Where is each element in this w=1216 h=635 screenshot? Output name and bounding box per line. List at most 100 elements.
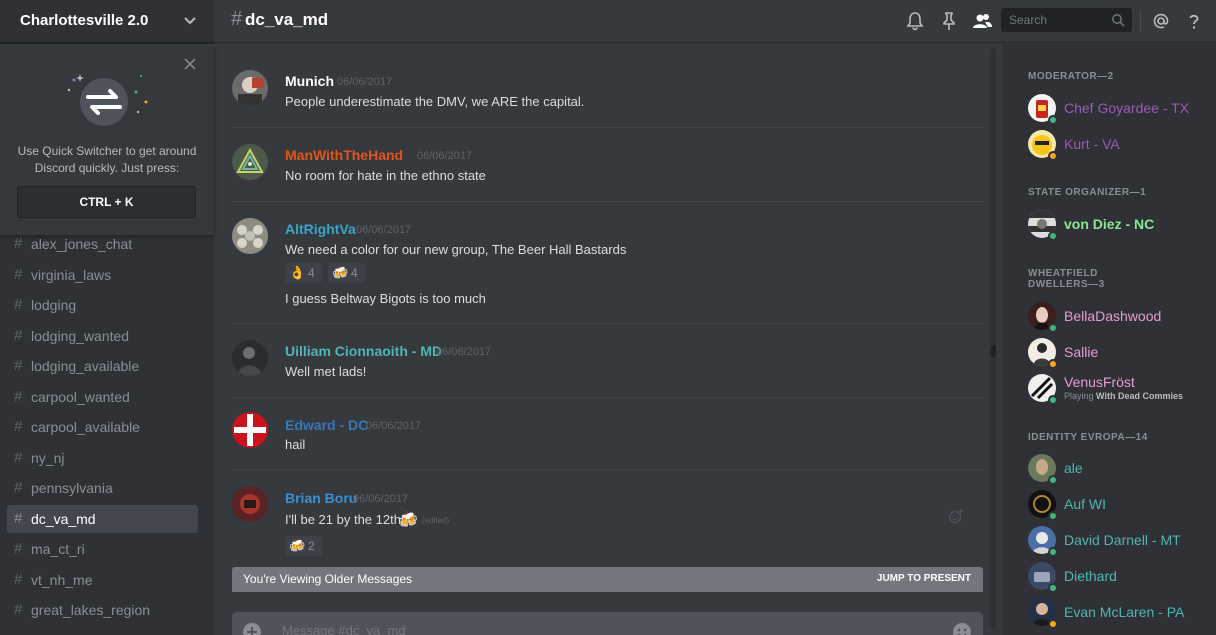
member-item[interactable]: von Diez - NC [1021, 208, 1211, 242]
message-input[interactable] [282, 620, 922, 635]
search-box [1001, 8, 1132, 32]
avatar[interactable] [232, 412, 268, 448]
channel-name: virginia_laws [31, 267, 112, 283]
message-timestamp: 06/06/2017 [436, 346, 492, 358]
member-name: ale [1064, 460, 1083, 476]
avatar[interactable] [232, 340, 268, 376]
reaction-beers[interactable]: 🍻 4 [328, 263, 365, 283]
channel-great-lakes-region[interactable]: # great_lakes_region [7, 596, 198, 624]
quick-switcher-shortcut[interactable]: CTRL + K [17, 186, 196, 218]
member-item[interactable]: Kurt - VA [1021, 128, 1211, 162]
message-text: I'll be 21 by the 12th [285, 512, 401, 527]
channel-pennsylvania[interactable]: # pennsylvania [7, 474, 198, 502]
channel-name: pennsylvania [31, 480, 113, 496]
message-scrollbar[interactable] [990, 48, 996, 630]
member-item[interactable]: Chef Goyardee - TX [1021, 92, 1211, 126]
search-icon[interactable] [1111, 13, 1125, 27]
channel-hash-icon: # [14, 357, 23, 374]
reaction-beers[interactable]: 🍻 2 [285, 536, 322, 556]
avatar[interactable] [232, 486, 268, 522]
channel-name: ny_nj [31, 450, 65, 466]
channel-hash-icon: # [14, 327, 23, 344]
mention-icon[interactable] [1151, 11, 1171, 31]
upload-plus-icon[interactable] [242, 622, 262, 635]
member-item[interactable]: Auf WI [1021, 488, 1211, 522]
message-text: Well met lads! [285, 364, 367, 379]
message-list: Munich 06/06/2017 People underestimate t… [214, 44, 992, 635]
avatar[interactable] [232, 144, 268, 180]
channel-carpool-wanted[interactable]: # carpool_wanted [7, 383, 198, 411]
message-author[interactable]: Munich [285, 73, 334, 89]
avatar[interactable] [232, 218, 268, 254]
status-online-indicator [1048, 231, 1058, 241]
close-icon[interactable] [184, 58, 196, 70]
message-text: No room for hate in the ethno state [285, 168, 486, 183]
emoji-picker-icon[interactable] [952, 622, 972, 635]
role-header: IDENTITY EVROPA—14 [1028, 432, 1148, 443]
message-author[interactable]: Uilliam Cionnaoith - MD [285, 343, 442, 359]
channel-name: lodging_available [31, 358, 140, 374]
channel-virginia-laws[interactable]: # virginia_laws [7, 261, 198, 289]
message-timestamp: 06/06/2017 [417, 150, 473, 162]
reaction-count: 2 [308, 539, 315, 553]
channel-name: ma_ct_ri [31, 541, 85, 557]
scrollbar-thumb[interactable] [991, 345, 996, 357]
message-author[interactable]: AltRightVa [285, 221, 356, 237]
avatar[interactable] [232, 70, 268, 106]
channel-lodging-wanted[interactable]: # lodging_wanted [7, 322, 198, 350]
channel-hash-icon: # [14, 266, 23, 283]
channel-hash-icon: # [231, 8, 243, 30]
member-name: Chef Goyardee - TX [1064, 100, 1190, 116]
server-header[interactable]: Charlottesville 2.0 [0, 0, 214, 43]
channel-dc-va-md[interactable]: # dc_va_md [7, 505, 198, 533]
member-item[interactable]: BellaDashwood [1021, 300, 1211, 334]
channel-ma-ct-ri[interactable]: # ma_ct_ri [7, 535, 198, 563]
channel-alex-jones-chat[interactable]: # alex_jones_chat [7, 230, 198, 258]
member-name: VenusFröst [1064, 374, 1135, 390]
message-timestamp: 06/06/2017 [366, 420, 422, 432]
help-icon[interactable] [1184, 11, 1204, 31]
reaction-ok-hand[interactable]: 👌 4 [285, 263, 322, 283]
channel-lodging[interactable]: # lodging [7, 291, 198, 319]
member-item[interactable]: Evan McLaren - PA [1021, 596, 1211, 630]
member-item[interactable]: VenusFröst Playing With Dead Commies [1021, 372, 1211, 406]
discord-app: Charlottesville 2.0 Use Quick Switcher t… [0, 0, 1216, 635]
reaction-count: 4 [351, 266, 358, 280]
search-input[interactable] [1001, 8, 1109, 32]
status-idle-indicator [1048, 359, 1058, 369]
message-author[interactable]: ManWithTheHand [285, 147, 403, 163]
member-item[interactable]: Diethard [1021, 560, 1211, 594]
member-item[interactable]: David Darnell - MT [1021, 524, 1211, 558]
member-name: BellaDashwood [1064, 308, 1162, 324]
member-item[interactable]: ale [1021, 452, 1211, 486]
channel-hash-icon: # [14, 540, 23, 557]
status-online-indicator [1048, 583, 1058, 593]
channel-name: vt_nh_me [31, 572, 93, 588]
channel-carpool-available[interactable]: # carpool_available [7, 413, 198, 441]
bell-icon[interactable] [905, 11, 925, 31]
member-item[interactable]: Sallie [1021, 336, 1211, 370]
older-messages-bar: You're Viewing Older Messages JUMP TO PR… [232, 567, 983, 592]
quick-switcher-description: Use Quick Switcher to get around Discord… [17, 144, 197, 175]
channel-hash-icon: # [14, 479, 23, 496]
add-reaction-icon[interactable] [948, 508, 964, 524]
message-timestamp: 06/06/2017 [356, 224, 412, 236]
message-author[interactable]: Brian Boru [285, 490, 357, 506]
channel-lodging-available[interactable]: # lodging_available [7, 352, 198, 380]
channel-hash-icon: # [14, 418, 23, 435]
channel-hash-icon: # [14, 571, 23, 588]
channel-ny-nj[interactable]: # ny_nj [7, 444, 198, 472]
chevron-down-icon[interactable] [183, 13, 197, 27]
member-list: MODERATOR—2 Chef Goyardee - TX Kurt - VA… [1003, 44, 1216, 635]
channel-title: dc_va_md [245, 10, 329, 29]
status-online-indicator [1048, 511, 1058, 521]
member-name: David Darnell - MT [1064, 532, 1181, 548]
channel-vt-nh-me[interactable]: # vt_nh_me [7, 566, 198, 594]
jump-to-present-button[interactable]: JUMP TO PRESENT [877, 573, 971, 584]
beers-icon: 🍻 [332, 265, 349, 280]
status-online-indicator [1048, 547, 1058, 557]
member-list-icon[interactable] [972, 11, 992, 31]
message-author[interactable]: Edward - DC [285, 417, 368, 433]
channel-hash-icon: # [14, 296, 23, 313]
pin-icon[interactable] [939, 11, 959, 31]
